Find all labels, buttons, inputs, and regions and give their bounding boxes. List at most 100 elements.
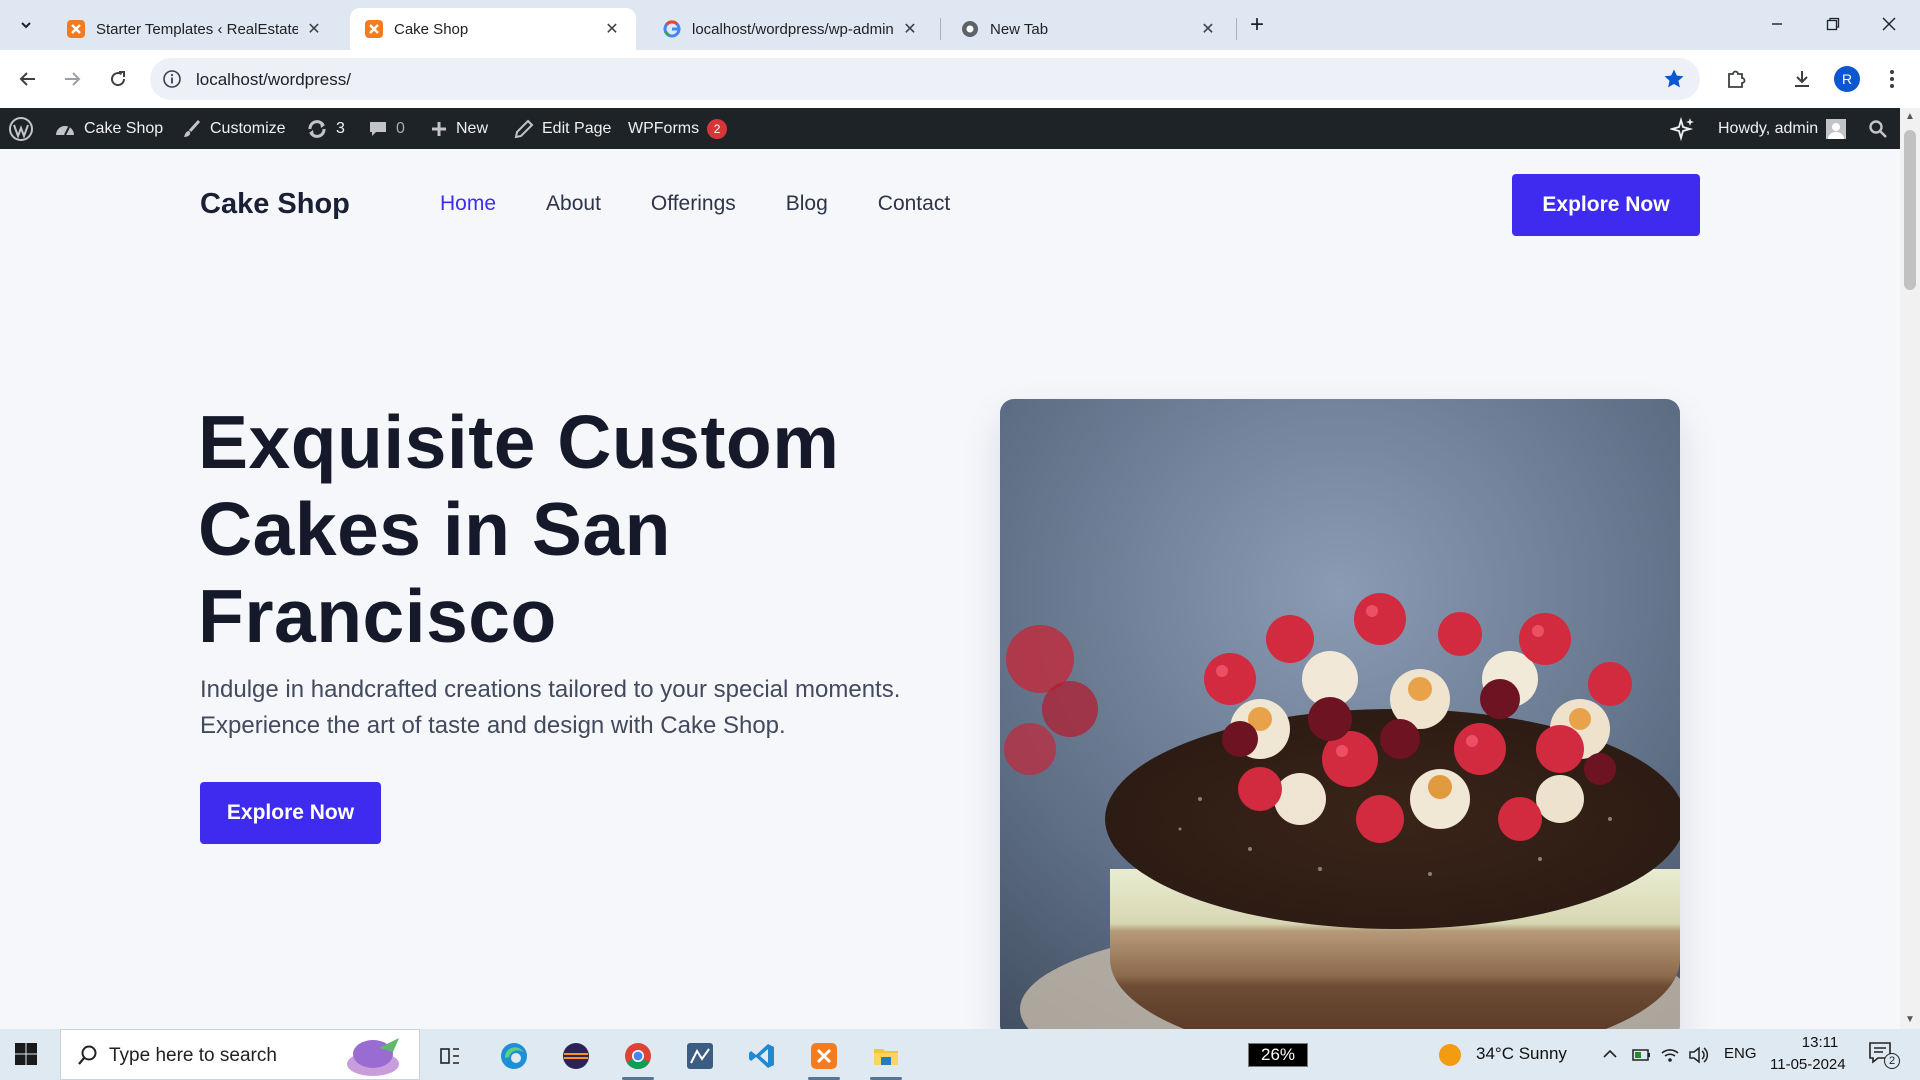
close-tab-icon[interactable]: ✕: [900, 19, 920, 39]
file-explorer-app[interactable]: [866, 1037, 906, 1080]
input-language[interactable]: ENG: [1724, 1045, 1757, 1062]
paintbrush-icon: [184, 119, 201, 137]
extensions-button[interactable]: [1720, 63, 1752, 95]
reload-button[interactable]: [102, 63, 134, 95]
tab-wp-admin[interactable]: localhost/wordpress/wp-admin ✕: [648, 8, 934, 50]
vscode-icon: [749, 1044, 774, 1068]
windows-start-icon[interactable]: [14, 1042, 38, 1066]
admin-customize[interactable]: Customize: [182, 108, 286, 149]
tab-title: New Tab: [990, 20, 1049, 38]
arrow-left-icon: [19, 72, 35, 86]
google-favicon-icon: [662, 19, 682, 39]
weather-text[interactable]: 34°C Sunny: [1476, 1044, 1567, 1064]
tab-title: Starter Templates ‹ RealEstate-E: [96, 20, 298, 38]
scroll-down-icon[interactable]: ▼: [1905, 1015, 1915, 1025]
close-window-button[interactable]: [1866, 8, 1912, 40]
tab-title: localhost/wordpress/wp-admin: [692, 20, 894, 38]
speaker-volume-icon[interactable]: [1688, 1045, 1710, 1065]
admin-search[interactable]: [1868, 108, 1888, 149]
admin-my-account[interactable]: Howdy, admin: [1718, 108, 1847, 149]
admin-new[interactable]: New: [430, 108, 488, 149]
address-bar[interactable]: localhost/wordpress/: [150, 58, 1700, 100]
clock-date[interactable]: 11-05-2024: [1770, 1056, 1846, 1073]
battery-meter[interactable]: 26%: [1248, 1043, 1308, 1067]
nav-home[interactable]: Home: [440, 192, 496, 216]
taskbar-search-placeholder: Type here to search: [109, 1045, 277, 1066]
vscode-app[interactable]: [742, 1037, 782, 1075]
scrollbar-thumb[interactable]: [1904, 130, 1916, 290]
browser-toolbar: localhost/wordpress/: [0, 50, 1920, 108]
xampp-icon: [811, 1043, 837, 1069]
admin-ai-assistant[interactable]: [1670, 108, 1696, 149]
new-tab-button[interactable]: +: [1243, 11, 1271, 39]
battery-charging-icon[interactable]: [1632, 1045, 1652, 1065]
back-button[interactable]: [12, 63, 44, 95]
chevron-up-icon[interactable]: [1602, 1046, 1618, 1062]
forward-button[interactable]: [56, 63, 88, 95]
chrome-favicon-icon: [960, 19, 980, 39]
hero-title: Exquisite Custom Cakes in San Francisco: [198, 400, 840, 658]
admin-site-name[interactable]: Cake Shop: [54, 108, 163, 149]
url-text[interactable]: localhost/wordpress/: [196, 70, 351, 90]
site-title[interactable]: Cake Shop: [200, 188, 350, 221]
admin-edit-page-label: Edit Page: [542, 119, 612, 137]
clock-time[interactable]: 13:11: [1790, 1034, 1850, 1051]
menu-button[interactable]: [1876, 63, 1908, 95]
tab-separator: [940, 18, 941, 40]
hero-explore-button[interactable]: Explore Now: [200, 782, 381, 844]
minimize-button[interactable]: [1754, 8, 1800, 40]
task-view-button[interactable]: [430, 1037, 470, 1075]
xampp-app[interactable]: [804, 1037, 844, 1080]
tab-new-tab[interactable]: New Tab ✕: [946, 8, 1232, 50]
nav-about[interactable]: About: [546, 192, 601, 216]
updates-icon: [308, 119, 326, 138]
mysql-workbench-app[interactable]: [680, 1037, 720, 1075]
arrow-right-icon: [65, 72, 81, 86]
reload-icon: [111, 71, 126, 87]
hero-description: Indulge in handcrafted creations tailore…: [200, 676, 901, 739]
notification-count: 2: [1884, 1053, 1900, 1069]
chrome-app[interactable]: [618, 1037, 658, 1080]
admin-updates[interactable]: 3: [306, 108, 345, 149]
tab-starter-templates[interactable]: Starter Templates ‹ RealEstate-E ✕: [52, 8, 338, 50]
nav-blog[interactable]: Blog: [786, 192, 828, 216]
wp-logo-menu[interactable]: [8, 108, 34, 149]
header-explore-button[interactable]: Explore Now: [1512, 174, 1700, 236]
more-vert-icon: [1890, 70, 1894, 88]
close-tab-icon[interactable]: ✕: [304, 19, 324, 39]
search-icon: [78, 1045, 97, 1065]
wifi-icon[interactable]: [1660, 1045, 1680, 1065]
admin-comments[interactable]: 0: [368, 108, 405, 149]
tab-cake-shop[interactable]: Cake Shop ✕: [350, 8, 636, 50]
primary-nav: Home About Offerings Blog Contact: [440, 192, 1000, 216]
downloads-button[interactable]: [1786, 63, 1818, 95]
browser-tabstrip: Starter Templates ‹ RealEstate-E ✕ Cake …: [0, 0, 1920, 50]
folder-icon: [874, 1049, 898, 1065]
close-tab-icon[interactable]: ✕: [1198, 19, 1218, 39]
close-icon: [1882, 17, 1896, 31]
restore-button[interactable]: [1810, 8, 1856, 40]
profile-avatar[interactable]: R: [1834, 66, 1860, 92]
tab-separator: [1236, 18, 1237, 40]
nav-offerings[interactable]: Offerings: [651, 192, 736, 216]
tab-search-button[interactable]: [12, 11, 40, 39]
sparkle-icon: [1670, 116, 1694, 141]
page-scrollbar[interactable]: ▲ ▼: [1900, 108, 1920, 1029]
comment-bubble-icon: [370, 121, 386, 136]
mysql-workbench-icon: [687, 1043, 713, 1069]
taskbar-search-box[interactable]: Type here to search: [60, 1029, 420, 1080]
minimize-icon: [1772, 23, 1782, 25]
weather-sun-icon[interactable]: [1438, 1043, 1462, 1067]
wp-admin-bar: Cake Shop Customize 3 0 New Edit Page WP…: [0, 108, 1900, 149]
admin-edit-page[interactable]: Edit Page: [514, 108, 611, 149]
close-tab-icon[interactable]: ✕: [602, 19, 622, 39]
eclipse-app[interactable]: [556, 1037, 596, 1075]
scroll-up-icon[interactable]: ▲: [1905, 112, 1915, 122]
notification-center-button[interactable]: 2: [1868, 1041, 1900, 1069]
admin-wpforms[interactable]: WPForms 2: [628, 108, 728, 149]
bookmark-star-icon[interactable]: [1662, 67, 1686, 91]
hero-cake-image: [1000, 399, 1680, 1029]
nav-contact[interactable]: Contact: [878, 192, 950, 216]
edge-app[interactable]: [494, 1037, 534, 1075]
xampp-favicon-icon: [66, 19, 86, 39]
